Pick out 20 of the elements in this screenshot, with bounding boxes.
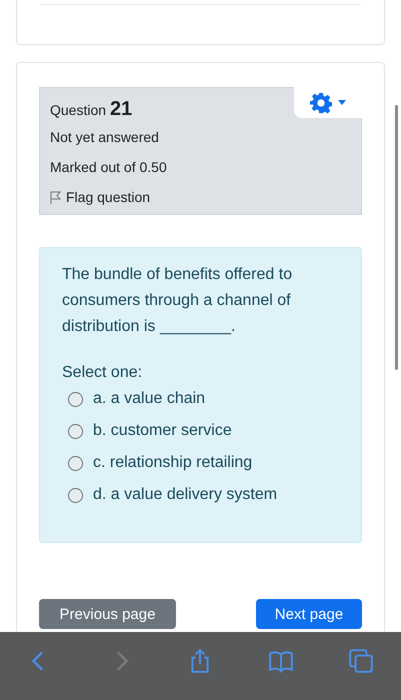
- question-text: The bundle of benefits offered to consumers through a channel of distribution is ________.: [62, 265, 294, 337]
- radio-button[interactable]: [68, 424, 83, 438]
- answer-option[interactable]: d. a value delivery system: [68, 486, 278, 504]
- answer-option[interactable]: b. customer service: [68, 422, 232, 440]
- radio-button[interactable]: [68, 456, 83, 470]
- question-number: Question 21: [50, 98, 132, 121]
- answer-option[interactable]: a. a value chain: [68, 390, 206, 408]
- gear-icon[interactable]: [310, 92, 332, 114]
- flag-question-link[interactable]: Flag question: [50, 189, 150, 205]
- tabs-icon[interactable]: [348, 648, 374, 674]
- caret-icon[interactable]: [338, 100, 346, 105]
- answer-option[interactable]: c. relationship retailing: [68, 454, 252, 472]
- previous-page-button[interactable]: Previous page: [39, 599, 176, 629]
- radio-button[interactable]: [68, 392, 83, 406]
- select-prompt: Select one:: [62, 364, 142, 382]
- question-status: Not yet answered: [50, 129, 159, 145]
- question-marks: Marked out of 0.50: [50, 159, 167, 175]
- next-page-button[interactable]: Next page: [256, 599, 362, 629]
- radio-button[interactable]: [68, 488, 83, 502]
- flag-icon: [50, 190, 61, 204]
